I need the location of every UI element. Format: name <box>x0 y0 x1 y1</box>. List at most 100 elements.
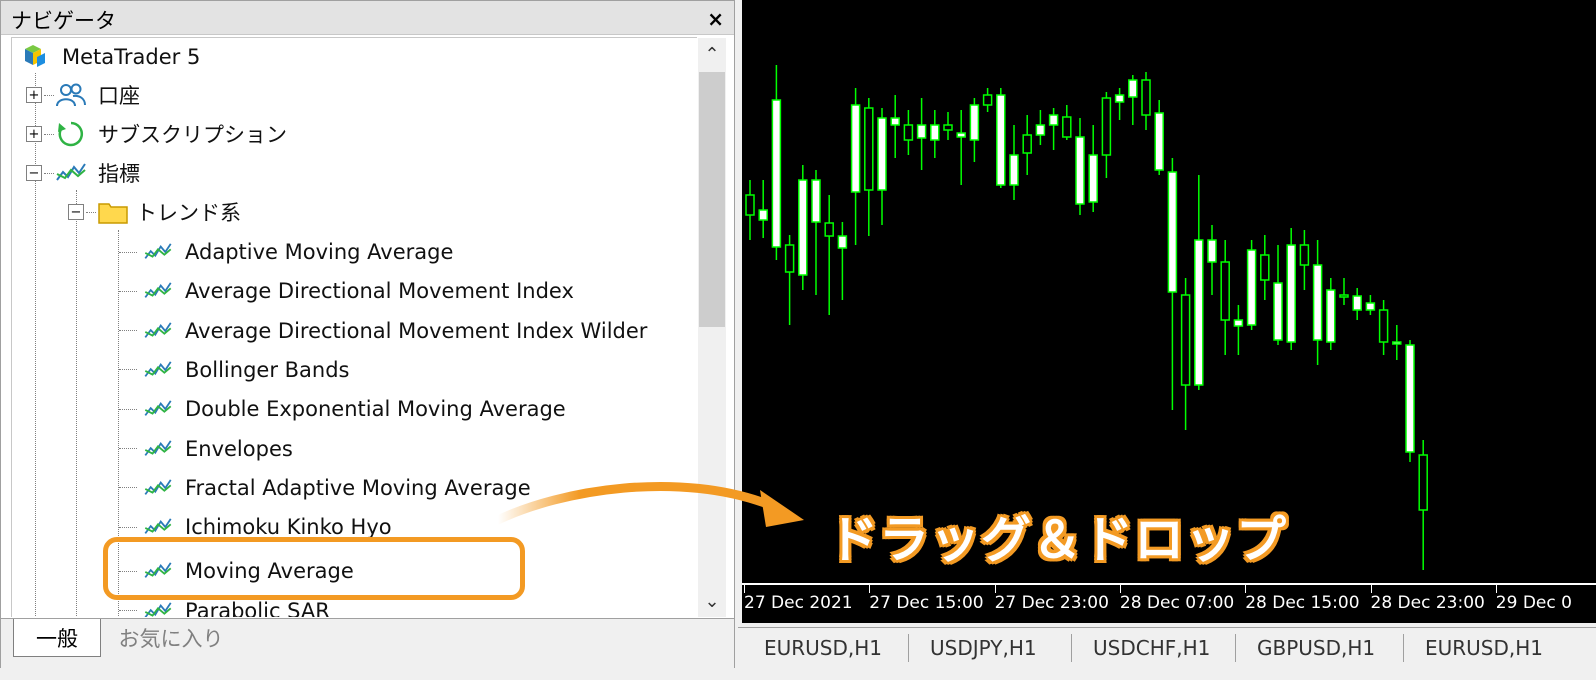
tree-item-label: 口座 <box>98 84 140 108</box>
candle-body <box>1233 319 1244 327</box>
tab-general[interactable]: 一般 <box>13 619 101 657</box>
tree-connector <box>44 133 54 135</box>
candle-body <box>1180 294 1191 386</box>
candle-body <box>1154 112 1164 171</box>
tree-item-accounts[interactable]: + 口座 <box>26 76 140 114</box>
chart-symbol-tabs: EURUSD,H1 USDJPY,H1 USDCHF,H1 GBPUSD,H1 EURU… <box>738 627 1596 668</box>
tab-favorites[interactable]: お気に入り <box>111 619 231 657</box>
indicator-item-label: Average Directional Movement Index <box>185 279 574 304</box>
collapse-icon[interactable]: − <box>26 165 42 181</box>
candle-body <box>996 94 1006 186</box>
tree-connector <box>86 211 96 213</box>
candle-body <box>956 132 966 138</box>
scroll-thumb[interactable] <box>699 72 725 327</box>
candle-body <box>1392 341 1402 345</box>
symbol-tab[interactable]: GBPUSD,H1 <box>1257 636 1375 660</box>
tree-connector <box>119 408 137 410</box>
expand-icon[interactable]: + <box>26 87 42 103</box>
indicator-item[interactable]: Bollinger Bands <box>119 351 349 389</box>
navigator-title: ナビゲータ <box>11 9 116 33</box>
candle-body <box>903 124 914 141</box>
candle-body <box>1365 302 1376 311</box>
candle-body <box>943 124 953 131</box>
time-tick-label: 28 Dec 15:00 <box>1245 593 1360 613</box>
candle-body <box>1339 294 1349 298</box>
indicator-icon <box>143 394 173 424</box>
candle-body <box>1035 124 1046 136</box>
candlestick-chart <box>745 65 1428 570</box>
tree-item-label: サブスクリプション <box>98 123 287 147</box>
symbol-tab[interactable]: USDCHF,H1 <box>1093 636 1210 660</box>
candle-body <box>1101 97 1112 156</box>
time-tick-mark <box>994 585 996 593</box>
moving-average-highlight <box>103 537 525 600</box>
scroll-up-button[interactable]: ⌃ <box>698 38 726 70</box>
tree-item-label: トレンド系 <box>136 201 241 225</box>
chart-time-axis: 27 Dec 2021 27 Dec 15:00 27 Dec 23:00 28 De… <box>742 583 1596 623</box>
indicator-icon <box>143 434 173 464</box>
indicator-icon <box>143 355 173 385</box>
tree-connector <box>119 610 137 612</box>
scroll-down-button[interactable]: ⌄ <box>698 585 726 617</box>
candle-body <box>1048 114 1059 126</box>
indicator-item[interactable]: Average Directional Movement Index <box>119 272 574 310</box>
tab-separator <box>1403 634 1404 662</box>
close-icon[interactable]: × <box>707 7 724 31</box>
navigator-tree: MetaTrader 5 + 口座 + サブスクリプション − 指標 − トレン… <box>11 37 697 617</box>
tree-item-label: 指標 <box>98 162 140 186</box>
candle-body <box>864 107 874 191</box>
candle-body <box>969 104 980 141</box>
candle-body <box>1207 239 1217 263</box>
tree-connector <box>44 172 54 174</box>
vertical-scrollbar[interactable]: ⌃ ⌄ <box>698 38 726 617</box>
tab-separator <box>908 634 909 662</box>
time-tick-mark <box>1370 585 1372 593</box>
indicator-item-label: Ichimoku Kinko Hyo <box>185 515 392 540</box>
indicator-item[interactable]: Envelopes <box>119 430 293 468</box>
indicator-item-label: Bollinger Bands <box>185 357 350 382</box>
time-tick-label: 28 Dec 23:00 <box>1370 593 1485 613</box>
indicator-item[interactable]: Average Directional Movement Index Wilde… <box>119 312 647 350</box>
symbol-tab[interactable]: EURUSD,H1 <box>1425 636 1543 660</box>
tree-folder-trend[interactable]: − トレンド系 <box>68 193 241 231</box>
tree-root[interactable]: MetaTrader 5 <box>20 38 200 76</box>
indicator-icon <box>143 276 173 306</box>
time-tick-mark <box>1245 585 1247 593</box>
candle-body <box>1352 295 1362 311</box>
candle-body <box>1286 244 1296 343</box>
tree-item-subscriptions[interactable]: + サブスクリプション <box>26 115 287 153</box>
tree-connector <box>119 251 137 253</box>
time-tick-mark <box>869 585 871 593</box>
candle-body <box>916 124 927 139</box>
tree-connector <box>119 290 137 292</box>
candle-body <box>1378 309 1389 343</box>
candle-body <box>811 179 821 223</box>
time-tick-label: 27 Dec 2021 <box>744 593 853 613</box>
tree-connector <box>119 448 137 449</box>
indicator-item-label: Double Exponential Moving Average <box>185 397 566 422</box>
price-chart[interactable] <box>742 0 1596 583</box>
symbol-tab[interactable]: EURUSD,H1 <box>764 636 882 660</box>
candle-body <box>1128 79 1138 98</box>
candle-body <box>824 222 834 237</box>
candle-body <box>1194 239 1204 386</box>
tab-separator <box>1071 634 1072 662</box>
candle-body <box>1260 254 1270 281</box>
expand-icon[interactable]: + <box>26 126 42 142</box>
candle-body <box>982 94 993 106</box>
indicator-item[interactable]: Fractal Adaptive Moving Average <box>119 469 531 507</box>
time-tick-label: 28 Dec 07:00 <box>1119 593 1235 613</box>
indicator-item[interactable]: Adaptive Moving Average <box>119 233 453 271</box>
collapse-icon[interactable]: − <box>68 204 84 220</box>
tree-item-indicators[interactable]: − 指標 <box>26 154 140 192</box>
candle-body <box>1114 94 1125 103</box>
candle-body <box>1075 136 1085 205</box>
indicator-item[interactable]: Double Exponential Moving Average <box>119 390 566 428</box>
candle-body <box>1009 154 1019 186</box>
indicator-icon <box>143 473 173 503</box>
symbol-tab[interactable]: USDJPY,H1 <box>930 636 1037 660</box>
candle-body <box>1062 116 1072 138</box>
candle-body <box>930 124 940 141</box>
candle-body <box>877 117 887 191</box>
candle-body <box>798 179 808 276</box>
